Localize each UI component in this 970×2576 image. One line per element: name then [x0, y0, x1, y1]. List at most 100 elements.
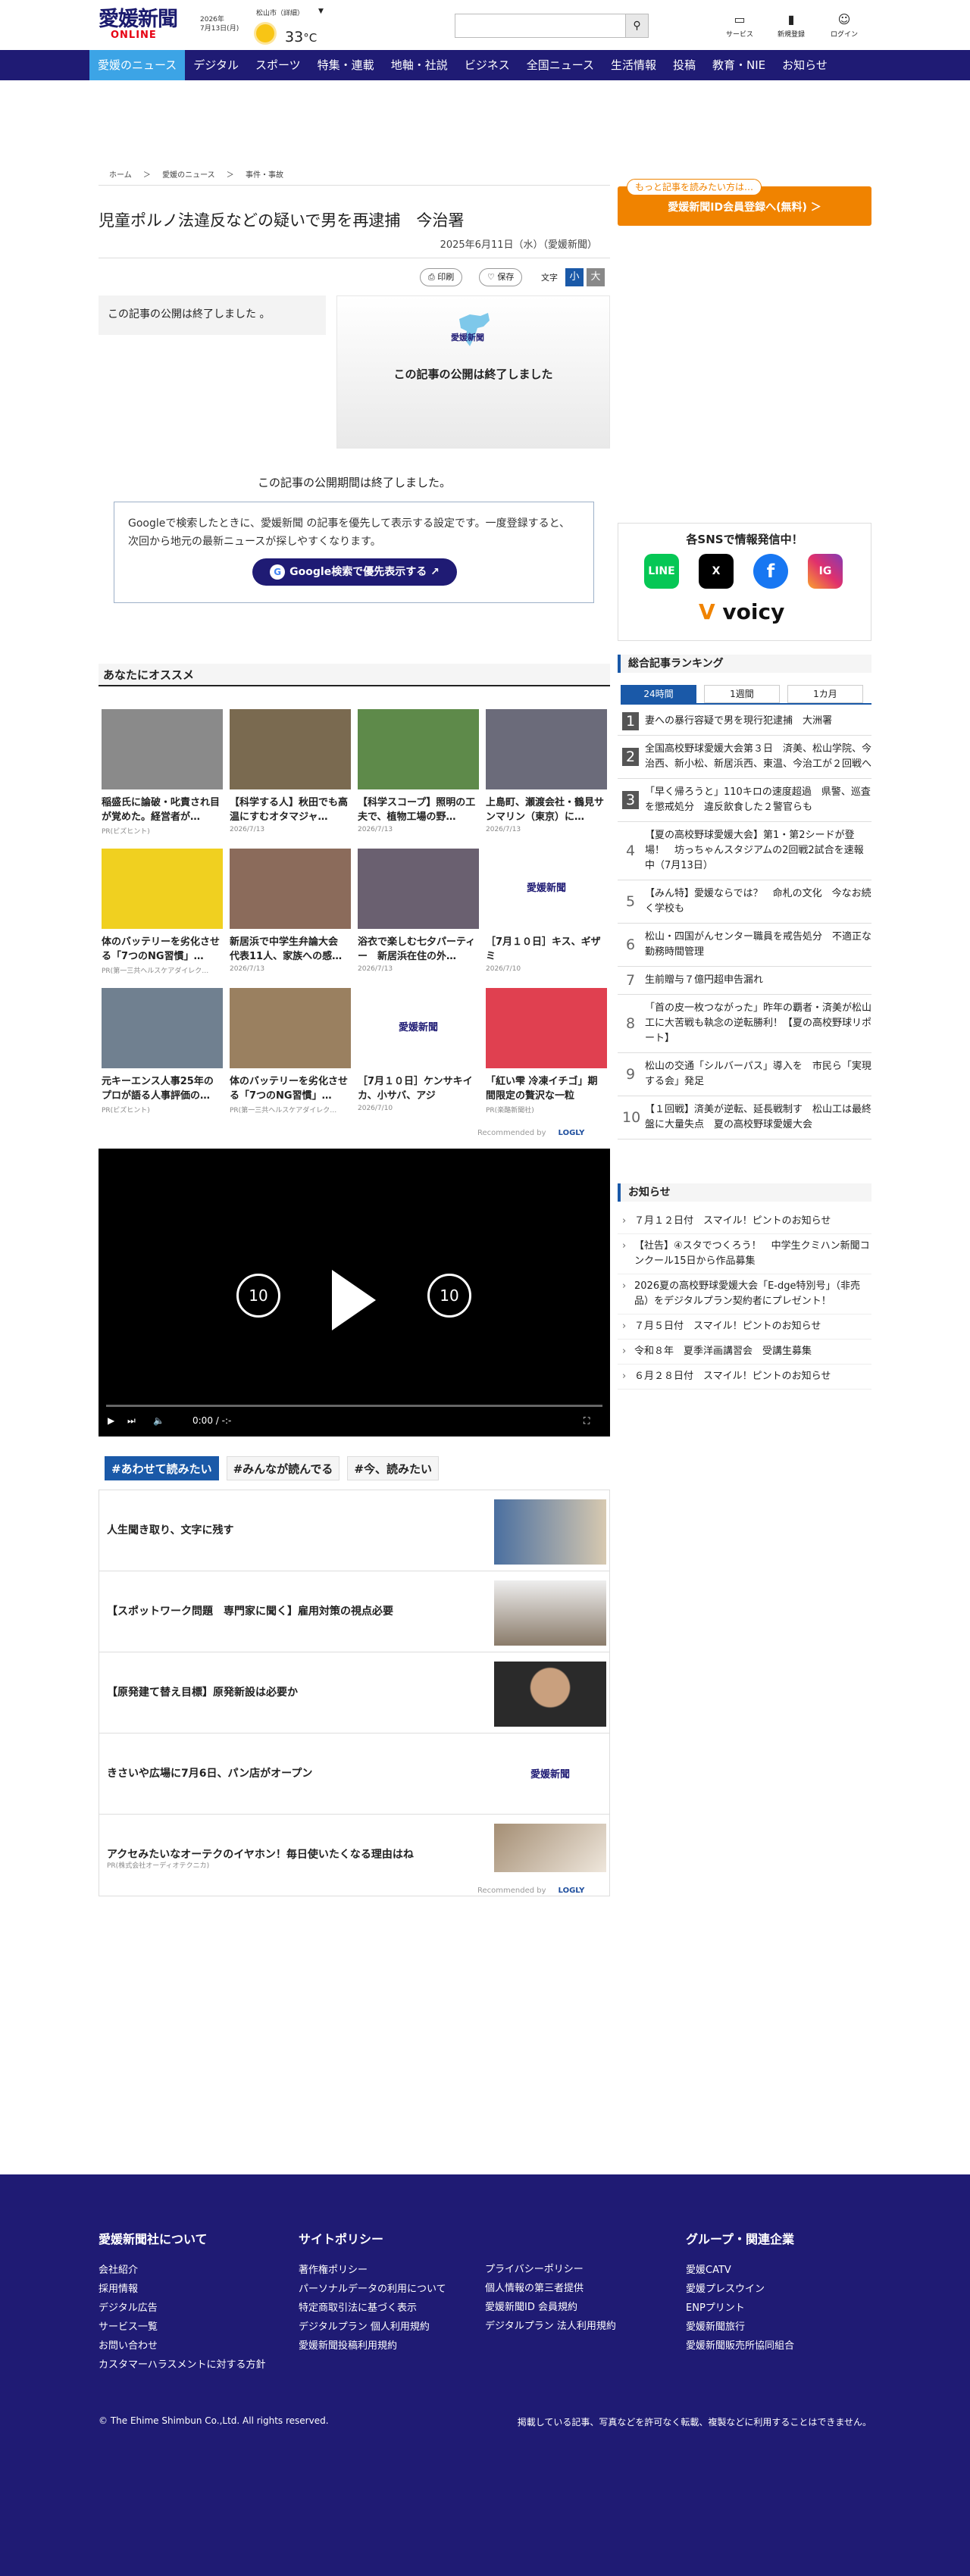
ranking-item[interactable]: 3 「早く帰ろうと」110キロの速度超過 県警、巡査を懲戒処分 違反飲食した２警官… [618, 779, 871, 822]
list-item[interactable]: 【スポットワーク問題 専門家に聞く】雇用対策の視点必要 [99, 1571, 609, 1652]
footer-link[interactable]: 愛媛新聞ID 会員規約 [485, 2298, 616, 2317]
ranking-item[interactable]: 5 【みん特】愛媛ならでは？ 命札の文化 今なお続く学校も [618, 880, 871, 924]
footer-link[interactable]: 愛媛新聞投稿利用規約 [299, 2337, 446, 2356]
nav-item-editorial[interactable]: 地軸・社説 [383, 50, 456, 80]
footer-link[interactable]: デジタルプラン 法人利用規約 [485, 2317, 616, 2336]
video-player[interactable]: 10 10 ▶ ⏭ 🔈 0:00 / -:- ⛶ [99, 1149, 610, 1436]
weather-widget[interactable]: 松山市（詳細） ▼ 33°C [256, 8, 347, 45]
footer-link[interactable]: 愛媛新聞販売所協同組合 [686, 2337, 794, 2356]
footer-link[interactable]: 会社紹介 [99, 2261, 265, 2280]
breadcrumb-incidents[interactable]: 事件・事故 [246, 171, 283, 180]
notice-item[interactable]: 2026夏の高校野球愛媛大会「E-dge特別号」（非売品）をデジタルプラン契約者… [618, 1274, 871, 1315]
notice-item[interactable]: ７月５日付 スマイル！ピントのお知らせ [618, 1315, 871, 1340]
tab-1month[interactable]: 1カ月 [787, 685, 863, 703]
footer-link[interactable]: 著作権ポリシー [299, 2261, 446, 2280]
nav-item-national[interactable]: 全国ニュース [518, 50, 602, 80]
recommend-card[interactable]: 元キーエンス人事25年のプロが語る人事評価の… PR(ビズヒント) [102, 988, 223, 1114]
nav-item-education[interactable]: 教育・NIE [704, 50, 774, 80]
tab-24h[interactable]: 24時間 [621, 685, 696, 703]
recommend-card[interactable]: 【科学スコープ】照明の工夫で、植物工場の野… 2026/7/13 [358, 709, 479, 833]
nav-item-business[interactable]: ビジネス [456, 50, 518, 80]
notice-item[interactable]: 令和８年 夏季洋画講習会 受講生募集 [618, 1340, 871, 1365]
service-button[interactable]: ▭ サービス [718, 12, 761, 39]
tab-now[interactable]: #今、読みたい [347, 1456, 439, 1480]
facebook-icon[interactable]: f [753, 554, 788, 589]
google-preferred-button[interactable]: G Google検索で優先表示する ↗ [252, 558, 457, 586]
play-icon[interactable] [332, 1270, 376, 1330]
recommend-card[interactable]: 愛媛新聞 ［7月１０日］キス、ギザミ 2026/7/10 [486, 849, 607, 973]
ranking-item[interactable]: 8 「首の皮一枚つながった」昨年の覇者・済美が松山工に大苦戦も執念の逆転勝利！【夏… [618, 995, 871, 1053]
list-item[interactable]: 人生聞き取り、文字に残す [99, 1490, 609, 1571]
nav-item-features[interactable]: 特集・連載 [309, 50, 383, 80]
ranking-item[interactable]: 4 【夏の高校野球愛媛大会】第1・第2シードが登場！ 坊っちゃんスタジアムの2回戦… [618, 822, 871, 880]
ranking-item[interactable]: 9 松山の交通「シルバーパス」導入を 市民ら「実現する会」発足 [618, 1053, 871, 1096]
rewind-10-button[interactable]: 10 [236, 1274, 280, 1318]
weather-dropdown-icon[interactable]: ▼ [318, 8, 324, 15]
fullscreen-icon[interactable]: ⛶ [584, 1415, 590, 1427]
ranking-item[interactable]: 2 全国高校野球愛媛大会第３日 済美、松山学院、今治西、新小松、新居浜西、東温、今… [618, 736, 871, 779]
tab-1week[interactable]: 1週間 [704, 685, 780, 703]
footer-link[interactable]: 個人情報の第三者提供 [485, 2279, 616, 2298]
list-item[interactable]: きさいや広場に7月6日、パン店がオープン 愛媛新聞 [99, 1733, 609, 1815]
list-item[interactable]: アクセみたいなオーテクのイヤホン！毎日使いたくなる理由はね PR(株式会社オーディ… [99, 1815, 609, 1896]
list-item[interactable]: 【原発建て替え目標】原発新設は必要か [99, 1652, 609, 1733]
font-small-button[interactable]: 小 [565, 268, 584, 286]
login-button[interactable]: ☺ ログイン [823, 12, 865, 39]
footer-link[interactable]: 採用情報 [99, 2280, 265, 2299]
x-icon[interactable]: X [699, 554, 734, 589]
breadcrumb-ehime-news[interactable]: 愛媛のニュース [162, 171, 215, 180]
line-icon[interactable]: LINE [644, 554, 679, 589]
play-small-icon[interactable]: ▶ [108, 1415, 114, 1426]
footer-link[interactable]: 愛媛新聞旅行 [686, 2318, 794, 2337]
video-progress-bar[interactable] [106, 1405, 602, 1407]
instagram-icon[interactable]: IG [808, 554, 843, 589]
footer-link[interactable]: デジタルプラン 個人利用規約 [299, 2318, 446, 2337]
search-button[interactable]: ⚲ [625, 14, 648, 37]
recommend-card[interactable]: 新居浜で中学生弁論大会 代表11人、家族への感… 2026/7/13 [230, 849, 351, 973]
nav-item-life[interactable]: 生活情報 [602, 50, 665, 80]
volume-icon[interactable]: 🔈 [153, 1415, 164, 1426]
ranking-item[interactable]: 1 妻への暴行容疑で男を現行犯逮捕 大洲署 [618, 708, 871, 736]
footer-link[interactable]: プライバシーポリシー [485, 2260, 616, 2279]
footer-link[interactable]: お問い合わせ [99, 2337, 265, 2356]
save-button[interactable]: ♡ 保存 [479, 268, 523, 286]
footer-link[interactable]: 愛媛CATV [686, 2261, 794, 2280]
site-logo[interactable]: 愛媛新聞 ONLINE [99, 9, 189, 44]
nav-item-posts[interactable]: 投稿 [665, 50, 704, 80]
register-button[interactable]: ▮ 新規登録 [770, 12, 812, 39]
recommend-card[interactable]: 愛媛新聞 ［7月１０日］ケンサキイカ、小サバ、アジ 2026/7/10 [358, 988, 479, 1112]
recommend-card[interactable]: 体のバッテリーを劣化させる「7つのNG習慣」… PR(第一三共ヘルスケアダイレク… [102, 849, 223, 975]
footer-link[interactable]: ENPプリント [686, 2299, 794, 2318]
ranking-item[interactable]: 6 松山・四国がんセンター職員を戒告処分 不適正な勤務時間管理 [618, 924, 871, 967]
nav-item-sports[interactable]: スポーツ [247, 50, 309, 80]
ranking-item[interactable]: 10 【１回戦】済美が逆転、延長戦制す 松山工は最終盤に大量失点 夏の高校野球愛媛… [618, 1096, 871, 1140]
notice-item[interactable]: ７月１２日付 スマイル！ピントのお知らせ [618, 1209, 871, 1234]
footer-link[interactable]: サービス一覧 [99, 2318, 265, 2337]
footer-link[interactable]: デジタル広告 [99, 2299, 265, 2318]
footer-link[interactable]: 特定商取引法に基づく表示 [299, 2299, 446, 2318]
nav-item-digital[interactable]: デジタル [185, 50, 247, 80]
recommend-card[interactable]: 「紅い雫 冷凍イチゴ」期間限定の贅沢な一粒 PR(楽酪新聞社) [486, 988, 607, 1114]
notice-item[interactable]: ６月２８日付 スマイル！ピントのお知らせ [618, 1365, 871, 1390]
voicy-link[interactable]: V voicy [699, 599, 784, 624]
tab-popular[interactable]: #みんなが読んでる [226, 1456, 340, 1480]
print-button[interactable]: ⎙ 印刷 [420, 268, 463, 286]
footer-link[interactable]: 愛媛プレスウイン [686, 2280, 794, 2299]
breadcrumb-home[interactable]: ホーム [109, 171, 132, 180]
nav-item-ehime-news[interactable]: 愛媛のニュース [89, 50, 186, 80]
footer-link[interactable]: カスタマーハラスメントに対する方針 [99, 2356, 265, 2374]
recommend-card[interactable]: 上島町、瀬渡会社・鶴見サンマリン（東京）に… 2026/7/13 [486, 709, 607, 833]
font-large-button[interactable]: 大 [587, 268, 605, 286]
ranking-item[interactable]: 7 生前贈与７億円超申告漏れ [618, 967, 871, 995]
search-input[interactable] [458, 15, 625, 36]
recommend-card[interactable]: 体のバッテリーを劣化させる「7つのNG習慣」… PR(第一三共ヘルスケアダイレク… [230, 988, 351, 1114]
recommend-card[interactable]: 【科学する人】秋田でも高温にすむオタマジャ… 2026/7/13 [230, 709, 351, 833]
forward-10-button[interactable]: 10 [427, 1274, 471, 1318]
tab-related[interactable]: #あわせて読みたい [105, 1456, 219, 1480]
recommend-card[interactable]: 稲盛氏に論破・叱責され目が覚めた。経営者が… PR(ビズヒント) [102, 709, 223, 836]
recommend-card[interactable]: 浴衣で楽しむ七夕パーティー 新居浜在住の外… 2026/7/13 [358, 849, 479, 973]
footer-link[interactable]: パーソナルデータの利用について [299, 2280, 446, 2299]
next-icon[interactable]: ⏭ [127, 1415, 136, 1427]
nav-item-notices[interactable]: お知らせ [774, 50, 836, 80]
notice-item[interactable]: 【社告】④スタでつくろう！ 中学生クミハン新聞コンクール15日から作品募集 [618, 1234, 871, 1274]
